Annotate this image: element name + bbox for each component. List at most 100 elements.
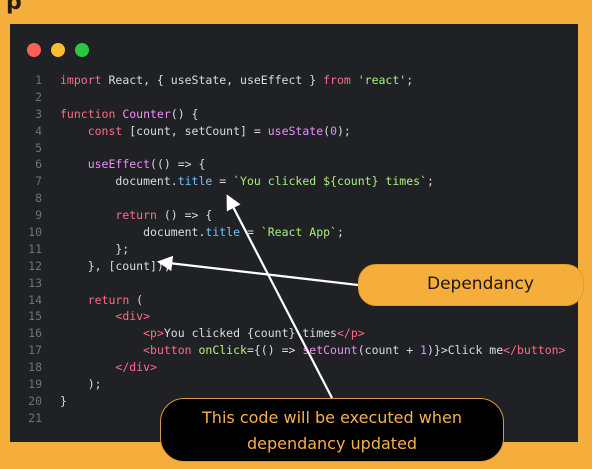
code-token: </p> <box>336 326 365 341</box>
code-token: Counter <box>122 106 171 121</box>
code-token: ; <box>426 174 434 189</box>
code-token: () { <box>170 106 199 121</box>
code-token: const <box>87 123 130 138</box>
line-number: 3 <box>35 106 42 121</box>
line-number: 5 <box>35 140 42 155</box>
line-number: 11 <box>28 241 42 256</box>
code-token: ); <box>60 377 102 392</box>
line-number: 13 <box>28 275 42 290</box>
code-token: (() => { <box>150 157 206 172</box>
code-token: ; <box>406 73 414 87</box>
code-token: = <box>240 225 261 240</box>
code-token: ={() => <box>246 343 303 358</box>
code-token: <button <box>143 343 199 358</box>
line-text: }, [count]); <box>60 258 171 275</box>
code-token: } <box>60 393 67 408</box>
line-text: <div> <box>60 308 150 325</box>
line-text: useEffect(() => { <box>60 156 206 173</box>
execution-callout: This code will be executed when dependan… <box>160 398 504 462</box>
code-token: import <box>60 73 109 87</box>
code-line: 5 <box>10 140 578 157</box>
minimize-dot-icon[interactable] <box>51 43 65 57</box>
line-text: document.title = `React App`; <box>60 224 344 241</box>
code-line: 1 import React, { useState, useEffect } f… <box>10 72 578 89</box>
execution-callout-line2: dependancy updated <box>246 434 418 453</box>
line-text: }; <box>60 241 129 258</box>
code-window: 1 import React, { useState, useEffect } f… <box>10 24 578 442</box>
line-text: return () => { <box>60 207 212 224</box>
code-token: onClick <box>198 343 247 358</box>
line-text: document.title = `You clicked ${count} t… <box>60 173 434 190</box>
code-token: `You clicked ${count} times` <box>233 174 427 189</box>
code-token: </button> <box>503 343 566 358</box>
code-token: `React App` <box>260 225 337 240</box>
maximize-dot-icon[interactable] <box>75 43 89 57</box>
code-token: return <box>115 208 164 223</box>
line-number: 1 <box>35 73 42 87</box>
top-strip: p <box>0 0 592 24</box>
dependency-label: Dependancy <box>427 274 534 294</box>
line-text: } <box>60 393 67 410</box>
code-token: () => { <box>163 208 213 223</box>
code-token: document. <box>60 225 206 240</box>
code-token: useState <box>267 123 324 138</box>
line-number: 17 <box>28 343 42 358</box>
code-token: )}>Click me <box>426 343 504 358</box>
code-token: function <box>60 106 123 121</box>
code-token: 'react' <box>357 73 407 87</box>
line-number: 19 <box>28 377 42 392</box>
line-text: return ( <box>60 292 143 309</box>
code-line: 19 ); <box>10 376 578 393</box>
code-line: 4 const [count, setCount] = useState(0); <box>10 123 578 140</box>
close-dot-icon[interactable] <box>27 43 41 57</box>
code-line: 11 }; <box>10 241 578 258</box>
code-token: <div> <box>115 309 151 324</box>
code-token: ); <box>337 123 351 138</box>
line-number: 18 <box>28 360 42 375</box>
code-token: ( <box>136 292 144 307</box>
code-token: 1 <box>420 343 427 358</box>
code-token: </div> <box>115 360 157 375</box>
code-token: document. <box>60 174 178 189</box>
code-token: [count, setCount] = <box>129 123 268 138</box>
code-line: 8 <box>10 190 578 207</box>
line-text: <button onClick={() => setCount(count + … <box>60 342 565 359</box>
code-token: React, { useState, useEffect } <box>108 73 324 87</box>
code-token: return <box>87 292 137 307</box>
line-number: 15 <box>28 309 42 324</box>
code-token: = <box>212 174 234 189</box>
code-line: 18 </div> <box>10 359 578 376</box>
line-text: </div> <box>60 359 157 376</box>
code-token: }, [count]); <box>60 258 171 273</box>
code-line: 17 <button onClick={() => setCount(count… <box>10 342 578 359</box>
dependency-callout: Dependancy <box>358 264 584 306</box>
code-line: 15 <div> <box>10 308 578 325</box>
line-number: 8 <box>35 191 42 206</box>
line-number: 7 <box>35 174 42 189</box>
line-number: 16 <box>28 326 42 341</box>
code-token: setCount <box>302 343 358 358</box>
code-line: 7 document.title = `You clicked ${count}… <box>10 173 578 190</box>
line-text: import React, { useState, useEffect } fr… <box>60 72 413 89</box>
code-line: 9 return () => { <box>10 207 578 224</box>
code-line: 3 function Counter() { <box>10 106 578 123</box>
line-number: 4 <box>35 123 42 138</box>
code-token: title <box>177 174 213 189</box>
execution-callout-line1: This code will be executed when <box>202 408 462 427</box>
code-token: ; <box>336 225 344 240</box>
line-number: 10 <box>28 225 42 240</box>
code-token: }; <box>60 241 130 256</box>
line-number: 20 <box>28 393 42 408</box>
code-token: (count + <box>357 343 421 358</box>
window-controls <box>27 43 89 57</box>
line-number: 6 <box>35 157 42 172</box>
line-text: function Counter() { <box>60 106 198 123</box>
code-block: 1 import React, { useState, useEffect } f… <box>10 72 578 427</box>
